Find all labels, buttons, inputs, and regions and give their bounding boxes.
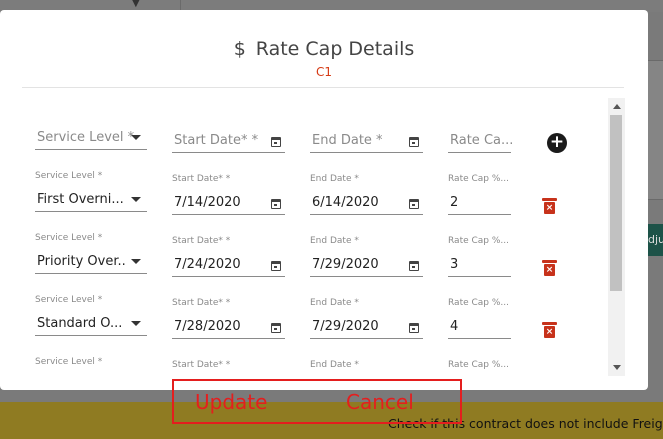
update-button[interactable]: Update xyxy=(195,390,267,414)
start-date-value: 7/24/2020 xyxy=(174,257,241,272)
rate-cap-label: Rate Cap %... xyxy=(448,236,510,246)
scroll-thumb[interactable] xyxy=(610,115,622,291)
trash-icon xyxy=(542,260,557,263)
calendar-icon[interactable] xyxy=(271,199,281,209)
service-level-value: First Overni... xyxy=(37,192,124,207)
rate-cap-label: Rate Cap %... xyxy=(448,360,510,370)
rate-cap-value: 4 xyxy=(450,319,459,334)
end-date-input[interactable]: End Date * 7/29/2020 xyxy=(310,236,423,277)
service-level-select[interactable]: Service Level * First Overni... xyxy=(35,171,147,212)
end-date-input[interactable]: End Date * 6/14/2020 xyxy=(310,174,423,215)
background-adjust-button: dju xyxy=(646,224,663,256)
trash-icon xyxy=(542,198,557,201)
scroll-up-icon[interactable] xyxy=(613,104,621,109)
rate-cap-row: Service Level * Start Date* * End Date *… xyxy=(22,346,607,378)
service-level-placeholder: Service Level * xyxy=(37,130,135,145)
chevron-down-icon xyxy=(131,259,141,264)
service-level-select[interactable]: Service Level * xyxy=(35,357,147,378)
rate-cap-input[interactable]: Rate Cap %... 3 xyxy=(448,236,511,277)
trash-icon xyxy=(542,322,557,325)
cancel-button[interactable]: Cancel xyxy=(346,390,414,414)
dialog-title: $ Rate Cap Details xyxy=(0,38,648,60)
end-date-placeholder: End Date * xyxy=(312,133,383,148)
service-level-label: Service Level * xyxy=(35,295,103,305)
rate-cap-dialog: $ Rate Cap Details C1 Service Level * Sta… xyxy=(0,10,648,390)
rate-cap-label: Rate Cap %... xyxy=(448,174,510,184)
start-date-label: Start Date* * xyxy=(172,360,231,370)
delete-row-button[interactable]: × xyxy=(542,322,557,338)
start-date-input[interactable]: Start Date* * 7/28/2020 xyxy=(172,298,285,339)
delete-row-button[interactable]: × xyxy=(542,198,557,214)
end-date-label: End Date * xyxy=(310,298,359,308)
start-date-value: 7/28/2020 xyxy=(174,319,241,334)
calendar-icon[interactable] xyxy=(409,323,419,333)
start-date-label: Start Date* * xyxy=(172,298,231,308)
start-date-input[interactable]: Start Date* * xyxy=(172,360,285,378)
rate-cap-row: Service Level * First Overni... Start Da… xyxy=(22,160,607,222)
service-level-value: Standard O... xyxy=(37,316,123,331)
service-level-label: Service Level * xyxy=(35,357,103,367)
rate-cap-input[interactable]: Rate Ca... xyxy=(448,129,514,153)
end-date-input[interactable]: End Date * 7/29/2020 xyxy=(310,298,423,339)
calendar-icon[interactable] xyxy=(271,261,281,271)
chevron-down-icon xyxy=(131,321,141,326)
end-date-label: End Date * xyxy=(310,236,359,246)
calendar-icon[interactable] xyxy=(409,261,419,271)
list-scrollbar[interactable] xyxy=(608,98,625,376)
start-date-label: Start Date* * xyxy=(172,174,231,184)
end-date-label: End Date * xyxy=(310,360,359,370)
service-level-select[interactable]: Service Level * Priority Over... xyxy=(35,233,147,274)
end-date-value: 7/29/2020 xyxy=(312,257,379,272)
service-level-label: Service Level * xyxy=(35,233,103,243)
start-date-value: 7/14/2020 xyxy=(174,195,241,210)
rate-cap-row: Service Level * Standard O... Start Date… xyxy=(22,284,607,346)
dialog-title-text: Rate Cap Details xyxy=(255,38,415,60)
end-date-label: End Date * xyxy=(310,174,359,184)
start-date-input[interactable]: Start Date* * 7/14/2020 xyxy=(172,174,285,215)
title-divider xyxy=(22,87,624,88)
rate-cap-value: 3 xyxy=(450,257,459,272)
dialog-subtitle: C1 xyxy=(315,65,332,79)
calendar-icon[interactable] xyxy=(271,137,281,147)
new-rate-cap-row: Service Level * Start Date* * End Date *… xyxy=(22,98,607,160)
rate-cap-value: 2 xyxy=(450,195,459,210)
service-level-label: Service Level * xyxy=(35,171,103,181)
end-date-input[interactable]: End Date * xyxy=(310,360,423,378)
scroll-down-icon[interactable] xyxy=(613,365,621,370)
start-date-placeholder: Start Date* * xyxy=(174,133,259,148)
rate-cap-input[interactable]: Rate Cap %... 4 xyxy=(448,298,511,339)
service-level-select[interactable]: Service Level * xyxy=(35,126,147,150)
start-date-input[interactable]: Start Date* * 7/24/2020 xyxy=(172,236,285,277)
delete-row-button[interactable]: × xyxy=(542,260,557,276)
calendar-icon[interactable] xyxy=(409,199,419,209)
background-caret-icon: ▼ xyxy=(132,0,140,9)
calendar-icon[interactable] xyxy=(409,137,419,147)
chevron-down-icon xyxy=(131,197,141,202)
dollar-icon: $ xyxy=(233,38,246,60)
rate-cap-input[interactable]: Rate Cap %... xyxy=(448,360,511,378)
service-level-value: Priority Over... xyxy=(37,254,125,269)
chevron-down-icon xyxy=(131,135,141,140)
end-date-value: 7/29/2020 xyxy=(312,319,379,334)
rate-cap-list: Service Level * Start Date* * End Date *… xyxy=(22,98,625,378)
service-level-select[interactable]: Service Level * Standard O... xyxy=(35,295,147,336)
calendar-icon[interactable] xyxy=(271,323,281,333)
end-date-input[interactable]: End Date * xyxy=(310,129,423,153)
start-date-input[interactable]: Start Date* * xyxy=(172,129,285,153)
background-panel xyxy=(648,60,663,200)
end-date-value: 6/14/2020 xyxy=(312,195,379,210)
rate-cap-row: Service Level * Priority Over... Start D… xyxy=(22,222,607,284)
plus-circle-icon: + xyxy=(549,132,565,152)
rate-cap-placeholder: Rate Ca... xyxy=(450,133,514,148)
start-date-label: Start Date* * xyxy=(172,236,231,246)
rate-cap-input[interactable]: Rate Cap %... 2 xyxy=(448,174,511,215)
add-rate-cap-button[interactable]: + xyxy=(547,133,567,153)
rate-cap-label: Rate Cap %... xyxy=(448,298,510,308)
